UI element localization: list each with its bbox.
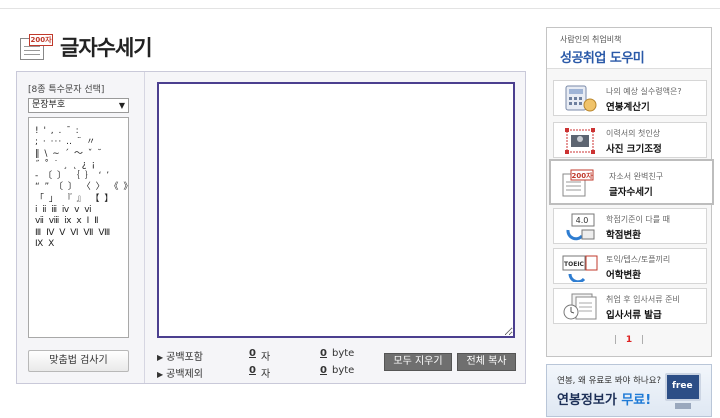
sidebar-item-language-convert[interactable]: TOEIC 토익/텝스/토플끼리어학변환 [553, 248, 707, 284]
sidebar-item-character-count[interactable]: 200자 자소서 완벽친구글자수세기 [549, 159, 714, 205]
calculator-icon [565, 85, 597, 112]
sidebar-item-label: 사진 크기조정 [606, 144, 662, 155]
caret-right-icon: ▶ [157, 370, 164, 379]
pager-prev-icon[interactable]: | [614, 335, 617, 345]
sidebar-item-label: 어학변환 [606, 270, 641, 281]
sidebar-item-label: 입사서류 발급 [606, 310, 662, 321]
special-char-panel: [8종 특수문자 선택] 문장부호 ▼ ! ' , . ¯ : ; · ··· … [17, 72, 145, 383]
sidebar-item-label: 학점변환 [606, 230, 641, 241]
byte-count: 0 [320, 365, 327, 376]
special-char-row[interactable]: ⅶ ⅷ ⅸ ⅹ Ⅰ Ⅱ [35, 216, 122, 227]
clear-all-button[interactable]: 모두 지우기 [384, 353, 452, 371]
page-header: 200자 글자수세기 [20, 32, 153, 62]
svg-text:4.0: 4.0 [576, 216, 589, 225]
special-char-row[interactable]: ˝ ˚ ˙ ¸ ˛ ¿ ¡ [35, 160, 122, 171]
banner-question: 연봉, 왜 유료로 봐야 하나요? [557, 376, 662, 386]
special-char-row[interactable]: Ⅲ Ⅳ Ⅴ Ⅵ Ⅶ Ⅷ [35, 228, 122, 239]
spell-check-button[interactable]: 맞춤법 검사기 [28, 350, 129, 372]
special-char-row[interactable]: ⅰ ⅱ ⅲ ⅳ ⅴ ⅵ [35, 205, 122, 216]
stat-label: 공백제외 [166, 369, 203, 380]
special-char-row[interactable]: 「 」 『 』 【 】 [35, 194, 122, 205]
sidebar-item-desc: 학점기준이 다를 때 [606, 215, 670, 224]
caret-right-icon: ▶ [157, 353, 164, 362]
byte-unit: byte [332, 348, 355, 359]
sidebar-item-desc: 토익/텝스/토플끼리 [606, 255, 671, 264]
character-count-icon: 200자 [562, 169, 594, 197]
sidebar-item-salary-calculator[interactable]: 나의 예상 실수령액은? 연봉계산기 [553, 80, 707, 116]
sidebar-item-grade-convert[interactable]: 4.0 학점기준이 다를 때학점변환 [553, 208, 707, 244]
page-title: 글자수세기 [60, 36, 153, 60]
svg-text:TOEIC: TOEIC [564, 261, 585, 268]
helper-sidebar: 사람인의 취업비책 성공취업 도우미 나의 예상 실수령액은? 연봉계산기 이력서… [546, 27, 714, 357]
byte-unit: byte [332, 365, 355, 376]
photo-resize-icon [565, 128, 595, 154]
character-count-icon: 200자 [20, 34, 54, 60]
stat-with-space: ▶ 공백포함 0 자 0 byte [157, 348, 357, 365]
sidebar-item-desc: 취업 후 입사서류 준비 [606, 295, 680, 304]
sidebar-pager: | 1 | [547, 335, 711, 345]
char-unit: 자 [261, 352, 271, 363]
sidebar-item-label: 글자수세기 [609, 187, 653, 198]
top-divider [0, 8, 720, 9]
sidebar-item-desc: 이력서의 첫인상 [606, 129, 661, 138]
stat-label: 공백포함 [166, 352, 203, 363]
special-char-row[interactable]: ! ' , . ¯ : [35, 126, 122, 137]
special-char-list[interactable]: ! ' , . ¯ : ; · ··· ‥ ¨ 〃 ‖ \ ∼ ´ ～ ˇ ˘ … [28, 117, 132, 338]
free-badge: free [672, 381, 693, 391]
sidebar-title: 성공취업 도우미 [560, 51, 645, 66]
document-issue-icon [563, 293, 597, 320]
sidebar-item-photo-resize[interactable]: 이력서의 첫인상사진 크기조정 [553, 122, 707, 158]
sidebar-header: 사람인의 취업비책 성공취업 도우미 [547, 28, 711, 69]
char-unit: 자 [261, 369, 271, 380]
language-convert-icon: TOEIC [562, 255, 598, 282]
stat-without-space: ▶ 공백제외 0 자 0 byte [157, 365, 357, 382]
counter-panel: [8종 특수문자 선택] 문장부호 ▼ ! ' , . ¯ : ; · ··· … [16, 71, 526, 384]
svg-text:200자: 200자 [571, 171, 593, 180]
banner-headline: 연봉정보가 무료! [557, 393, 652, 408]
special-char-row[interactable]: Ⅸ Ⅹ [35, 239, 122, 250]
monitor-stand [675, 403, 691, 409]
special-char-row[interactable]: ‖ \ ∼ ´ ～ ˇ ˘ [35, 149, 122, 160]
pager-next-icon[interactable]: | [641, 335, 644, 345]
special-char-select[interactable]: 문장부호 ▼ [28, 98, 129, 113]
special-char-select-value: 문장부호 [32, 100, 66, 110]
chevron-down-icon: ▼ [118, 101, 125, 110]
special-char-row[interactable]: ; · ··· ‥ ¨ 〃 [35, 137, 122, 148]
special-char-row[interactable]: ‐ 〔 〕 ｛ ｝ ‘ ’ [35, 171, 122, 182]
count-stats: ▶ 공백포함 0 자 0 byte ▶ 공백제외 0 자 0 byte [157, 348, 357, 382]
salary-info-banner[interactable]: 연봉, 왜 유료로 봐야 하나요? 연봉정보가 무료! free [546, 364, 712, 417]
text-input[interactable] [157, 82, 515, 338]
monitor-icon: free [665, 373, 701, 401]
sidebar-subtitle: 사람인의 취업비책 [560, 35, 622, 44]
copy-all-button[interactable]: 전체 복사 [457, 353, 516, 371]
sidebar-item-document-issue[interactable]: 취업 후 입사서류 준비입사서류 발급 [553, 288, 707, 324]
pager-current-page[interactable]: 1 [626, 335, 632, 345]
char-count: 0 [249, 348, 256, 359]
byte-count: 0 [320, 348, 327, 359]
special-char-row[interactable]: “ ” 〔 〕 〈 〉 《 》 [35, 182, 132, 193]
sidebar-item-desc: 자소서 완벽친구 [609, 172, 664, 181]
sidebar-item-label: 연봉계산기 [606, 102, 650, 113]
special-char-label: [8종 특수문자 선택] [28, 85, 105, 95]
char-count: 0 [249, 365, 256, 376]
grade-convert-icon: 4.0 [566, 213, 595, 241]
sidebar-item-desc: 나의 예상 실수령액은? [606, 87, 682, 96]
